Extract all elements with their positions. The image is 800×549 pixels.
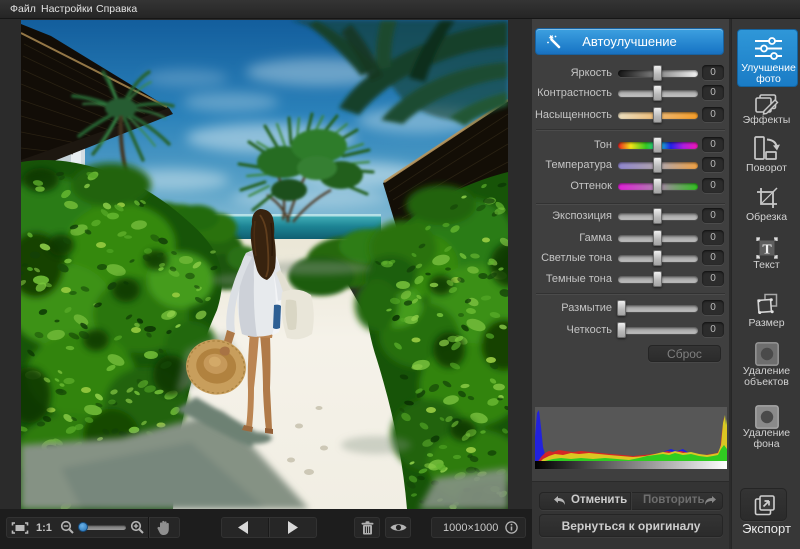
svg-text:T: T xyxy=(762,243,772,258)
